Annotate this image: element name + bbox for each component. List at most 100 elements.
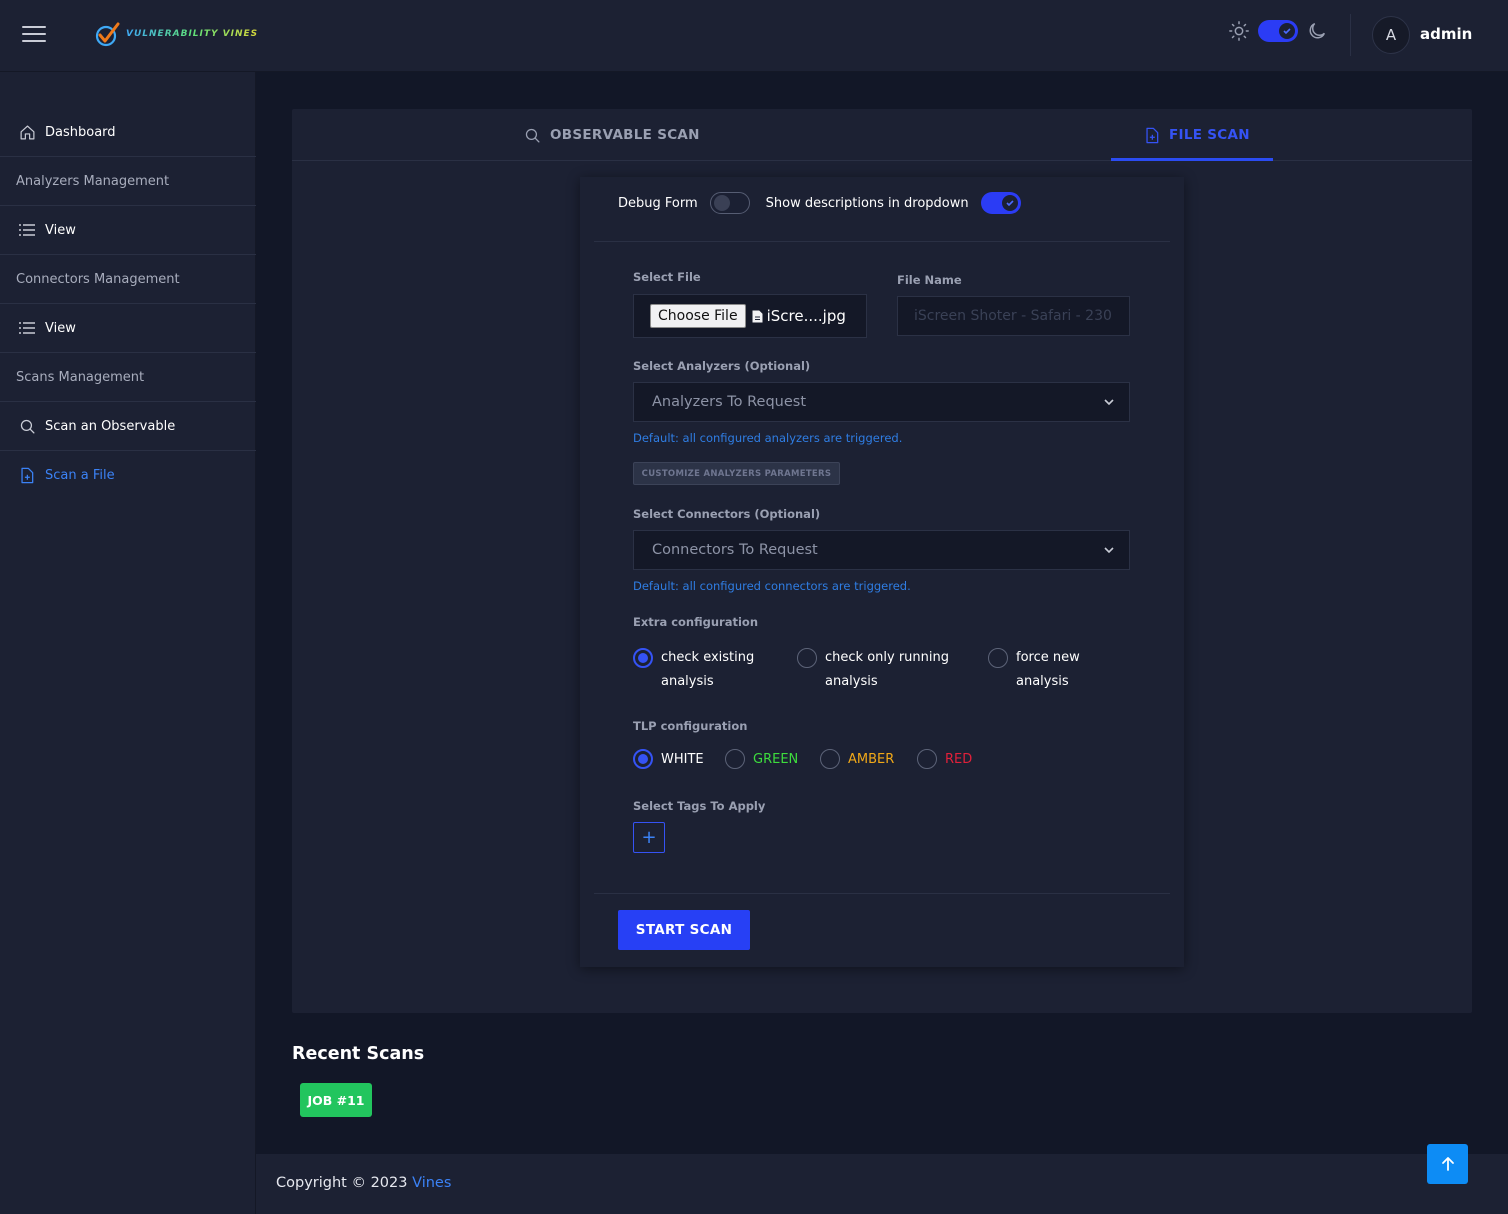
arrow-up-icon (1441, 1157, 1454, 1171)
check-icon (1006, 200, 1014, 207)
sun-icon (1229, 21, 1249, 41)
sidebar-item-connectors-view[interactable]: View (0, 304, 256, 353)
show-descriptions-label: Show descriptions in dropdown (765, 195, 969, 211)
radio-button[interactable] (633, 648, 653, 668)
form-options-row: Debug Form Show descriptions in dropdown (618, 192, 1037, 214)
document-icon (752, 310, 763, 322)
select-tags-label: Select Tags To Apply (633, 799, 766, 813)
avatar[interactable]: A (1372, 16, 1410, 54)
radio-button[interactable] (725, 749, 745, 769)
sidebar: Dashboard Analyzers Management View Conn… (0, 72, 256, 1214)
select-analyzers-label: Select Analyzers (Optional) (633, 359, 811, 373)
tab-observable-scan[interactable]: OBSERVABLE SCAN (524, 109, 700, 161)
tlp-label: WHITE (661, 751, 704, 767)
logo-text: VULNERABILITY VINES (126, 29, 259, 39)
tlp-green[interactable]: GREEN (725, 749, 798, 769)
sidebar-section-analyzers: Analyzers Management (0, 157, 256, 206)
tab-label: OBSERVABLE SCAN (550, 127, 700, 143)
logo-check-icon (95, 22, 120, 47)
sidebar-item-scan-observable[interactable]: Scan an Observable (0, 402, 256, 451)
file-name-input[interactable] (897, 296, 1130, 336)
sidebar-section-label: Analyzers Management (16, 173, 170, 189)
radio-button[interactable] (797, 648, 817, 668)
extra-configuration-label: Extra configuration (633, 615, 759, 629)
top-header: VULNERABILITY VINES A admin (0, 0, 1508, 72)
radio-force-new[interactable]: force new analysis (988, 646, 1080, 694)
divider (594, 893, 1170, 894)
tab-file-scan[interactable]: FILE SCAN (1144, 109, 1250, 161)
search-icon (524, 127, 541, 144)
tlp-label: AMBER (848, 751, 895, 767)
analyzers-placeholder: Analyzers To Request (652, 394, 807, 410)
tlp-label: GREEN (753, 751, 799, 767)
list-icon (18, 221, 36, 239)
sidebar-item-analyzers-view[interactable]: View (0, 206, 256, 255)
select-file-label: Select File (633, 270, 701, 284)
user-name[interactable]: admin (1420, 25, 1472, 43)
customize-analyzers-button[interactable]: CUSTOMIZE ANALYZERS PARAMETERS (633, 462, 840, 485)
home-icon (18, 123, 36, 141)
footer: Copyright © 2023 Vines (256, 1154, 1508, 1214)
radio-label: check existing analysis (661, 650, 755, 689)
debug-form-toggle[interactable] (709, 192, 750, 214)
sidebar-item-label: View (45, 320, 76, 336)
chevron-down-icon (1104, 547, 1114, 554)
chosen-file: iScre....jpg (752, 307, 846, 325)
analyzers-select[interactable]: Analyzers To Request (633, 382, 1130, 422)
toggle-knob (713, 195, 730, 211)
radio-label: force new analysis (1016, 650, 1080, 689)
radio-button[interactable] (917, 749, 937, 769)
radio-button[interactable] (633, 749, 653, 769)
header-divider (1350, 14, 1351, 56)
copyright-text: Copyright © 2023 (276, 1175, 413, 1191)
scroll-to-top-button[interactable] (1427, 1144, 1468, 1184)
toggle-knob (1001, 195, 1018, 211)
tlp-configuration-label: TLP configuration (633, 719, 748, 733)
scan-panel: OBSERVABLE SCAN FILE SCAN Debug Form Sho… (292, 109, 1472, 1013)
show-descriptions-toggle[interactable] (980, 192, 1021, 214)
add-tag-button[interactable]: + (633, 822, 665, 853)
recent-scans-title: Recent Scans (292, 1044, 425, 1064)
sidebar-item-label: View (45, 222, 76, 238)
divider (594, 241, 1170, 242)
tlp-label: RED (945, 751, 973, 767)
job-badge[interactable]: JOB #11 (300, 1083, 372, 1117)
tlp-red[interactable]: RED (917, 749, 972, 769)
theme-switcher (1228, 20, 1328, 42)
footer-brand-link[interactable]: Vines (412, 1175, 451, 1191)
radio-check-running[interactable]: check only running analysis (797, 646, 949, 694)
connectors-select[interactable]: Connectors To Request (633, 530, 1130, 570)
toggle-knob (1279, 23, 1295, 39)
scan-tabs: OBSERVABLE SCAN FILE SCAN (292, 109, 1472, 161)
chosen-file-name: iScre....jpg (766, 307, 846, 325)
search-icon (18, 417, 36, 435)
list-icon (18, 319, 36, 337)
sidebar-item-label: Dashboard (45, 124, 116, 140)
analyzers-hint: Default: all configured analyzers are tr… (633, 431, 903, 445)
sidebar-section-label: Scans Management (16, 369, 145, 385)
sidebar-item-label: Scan an Observable (45, 418, 176, 434)
choose-file-button[interactable]: Choose File (650, 304, 746, 328)
sidebar-item-dashboard[interactable]: Dashboard (0, 108, 256, 157)
sidebar-item-scan-file[interactable]: Scan a File (0, 451, 256, 500)
menu-icon[interactable] (22, 26, 46, 44)
radio-label: check only running analysis (825, 650, 949, 689)
start-scan-button[interactable]: START SCAN (618, 910, 750, 950)
file-plus-icon (1144, 127, 1160, 144)
debug-form-label: Debug Form (618, 195, 698, 211)
theme-toggle[interactable] (1258, 20, 1298, 42)
moon-icon (1309, 22, 1326, 39)
brand-logo[interactable]: VULNERABILITY VINES (94, 18, 258, 50)
radio-button[interactable] (988, 648, 1008, 668)
active-tab-indicator (1111, 158, 1273, 161)
file-input[interactable]: Choose File iScre....jpg (633, 294, 867, 338)
tlp-amber[interactable]: AMBER (820, 749, 894, 769)
tab-label: FILE SCAN (1169, 127, 1250, 143)
tlp-white[interactable]: WHITE (633, 749, 704, 769)
radio-check-existing[interactable]: check existing analysis (633, 646, 754, 694)
sidebar-section-connectors: Connectors Management (0, 255, 256, 304)
file-plus-icon (18, 467, 36, 485)
radio-button[interactable] (820, 749, 840, 769)
check-icon (1283, 28, 1291, 35)
file-name-label: File Name (897, 273, 962, 287)
